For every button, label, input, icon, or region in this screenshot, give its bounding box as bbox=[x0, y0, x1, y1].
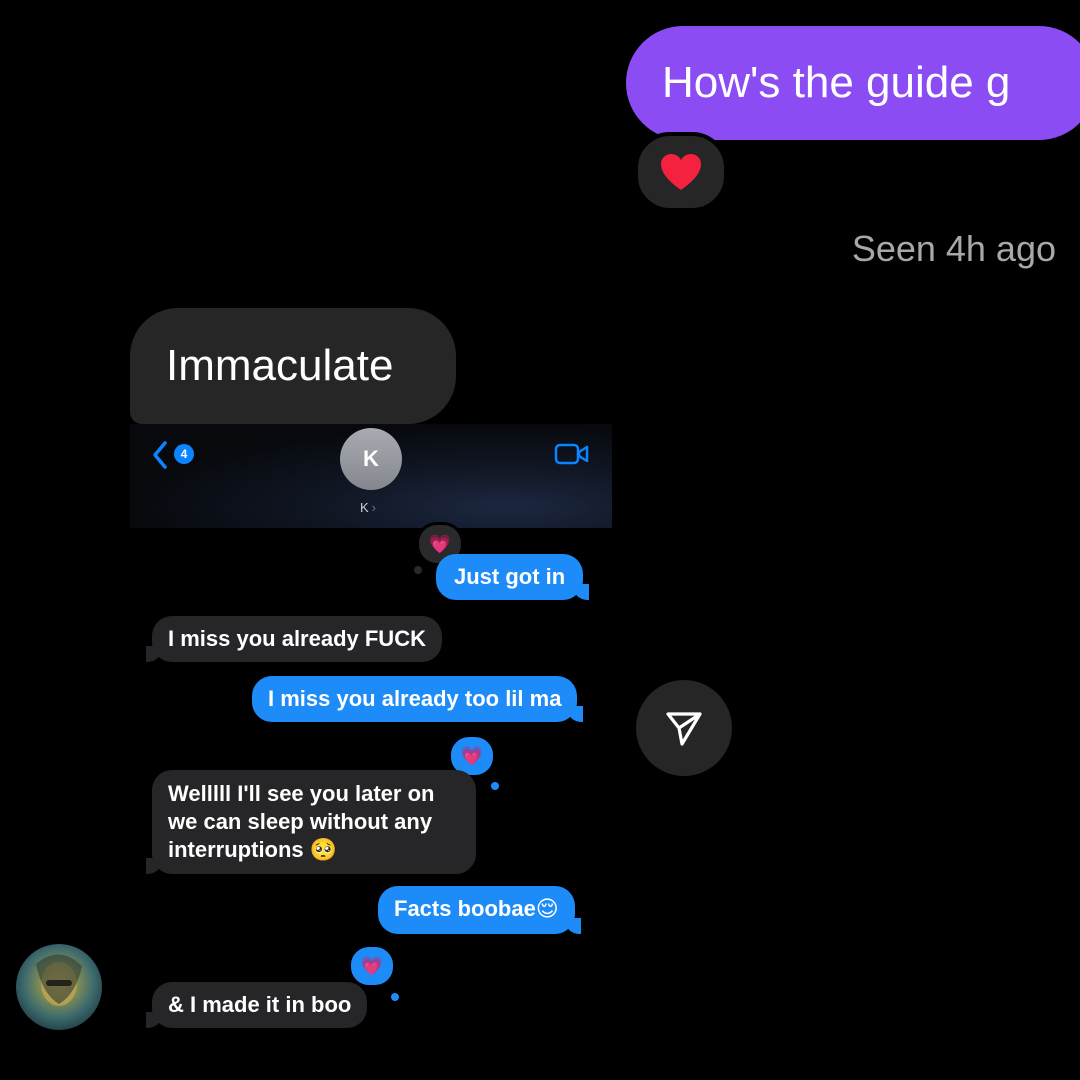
heart-icon: 💗 bbox=[360, 955, 384, 976]
heart-icon bbox=[661, 154, 701, 190]
chevron-right-icon: › bbox=[371, 500, 377, 515]
tapback-dot bbox=[414, 566, 422, 574]
imessage-bubble-received: Welllll I'll see you later on we can sle… bbox=[146, 770, 476, 874]
imessage-bubble-received: & I made it in boo bbox=[145, 982, 368, 1028]
heart-tapback: 💗 bbox=[348, 944, 396, 988]
video-call-icon bbox=[554, 443, 589, 465]
tapback-dot bbox=[391, 993, 399, 1001]
avatar[interactable] bbox=[16, 944, 102, 1030]
received-message-text: Immaculate bbox=[166, 341, 394, 390]
back-chevron-icon bbox=[153, 441, 167, 469]
imessage-header: 4 K K › bbox=[130, 424, 612, 528]
share-button[interactable] bbox=[636, 680, 732, 776]
imessage-bubble-sent: Just got in bbox=[436, 554, 590, 600]
imessage-bubble-sent: Facts boobae😌 bbox=[378, 886, 581, 934]
seen-status: Seen 4h ago bbox=[851, 228, 1056, 269]
paper-plane-icon bbox=[666, 712, 702, 746]
received-message-bubble[interactable]: Immaculate bbox=[130, 308, 456, 424]
profile-photo-icon bbox=[36, 954, 82, 1006]
sent-message-text: How's the guide g bbox=[662, 58, 1011, 107]
unread-badge: 4 bbox=[174, 444, 194, 464]
contact-avatar: K bbox=[340, 428, 402, 490]
imessage-bubble-sent: I miss you already too lil ma bbox=[252, 676, 584, 722]
heart-reaction[interactable] bbox=[634, 132, 728, 212]
sent-message-bubble[interactable]: How's the guide g bbox=[626, 26, 1080, 140]
imessage-bubble-received: I miss you already FUCK bbox=[146, 616, 442, 662]
heart-icon: 💗 bbox=[460, 745, 484, 766]
shared-screenshot-image[interactable]: 4 K K › 💗 Just got in I miss you already … bbox=[130, 424, 612, 1064]
contact-name: K › bbox=[360, 500, 377, 515]
tapback-dot bbox=[491, 782, 499, 790]
heart-icon: 💗 bbox=[428, 533, 452, 554]
